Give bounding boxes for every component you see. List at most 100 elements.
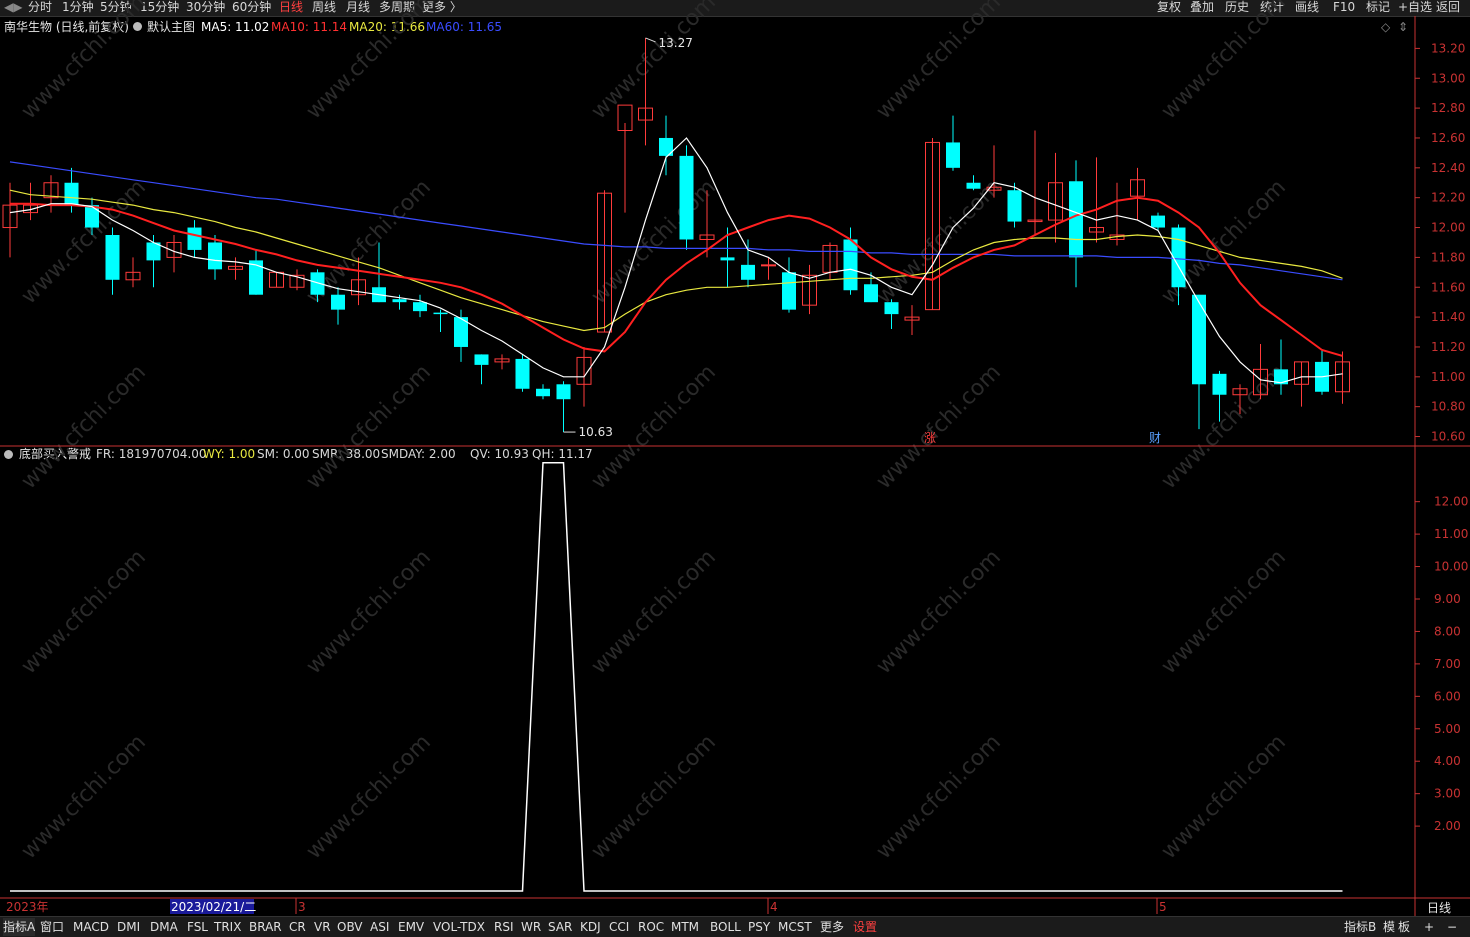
watermark-text: www.cfchi.com	[302, 730, 436, 864]
candle-body-down	[864, 284, 878, 303]
candle-body-down	[392, 299, 407, 303]
candle-body-down	[741, 264, 755, 280]
watermark-text: www.cfchi.com	[587, 545, 721, 679]
cursor-date-label: 2023/02/21/二	[171, 900, 256, 914]
candle-body-down	[413, 302, 427, 312]
main-y-tick-label: 10.60	[1431, 430, 1465, 444]
candle-body-down	[64, 182, 79, 206]
candle-body-down	[310, 272, 325, 295]
main-y-tick-label: 12.40	[1431, 161, 1465, 175]
watermark-text: www.cfchi.com	[872, 175, 1006, 309]
month-label: 4	[770, 900, 778, 914]
candle-body-down	[85, 205, 99, 228]
candle-body-down	[1151, 215, 1165, 228]
indicator-right-2[interactable]: 板	[1398, 918, 1410, 936]
candle-body-down	[1192, 294, 1206, 385]
candle-body-down	[1212, 373, 1227, 395]
indicator-tab-0[interactable]: 指标A	[3, 918, 36, 936]
indicator-y-tick-label: 4.00	[1434, 754, 1461, 768]
candle-body-down	[433, 312, 448, 315]
indicator-y-tick-label: 10.00	[1434, 560, 1468, 574]
watermark-text: www.cfchi.com	[17, 360, 151, 494]
candle-body-down	[946, 142, 960, 168]
main-y-tick-label: 13.20	[1431, 41, 1465, 55]
candle-body-down	[208, 242, 222, 270]
collapse-arrows-icon: ⇕	[1398, 20, 1408, 34]
indicator-series-line	[10, 461, 1343, 892]
indicator-y-tick-label: 7.00	[1434, 657, 1461, 671]
indicator-y-tick-label: 11.00	[1434, 527, 1468, 541]
indicator-y-tick-label: 6.00	[1434, 689, 1461, 703]
month-label: 3	[298, 900, 306, 914]
indicator-tab-15[interactable]: WR	[521, 918, 541, 936]
high-price-label: 13.27	[659, 36, 693, 50]
indicator-tab-3[interactable]: DMI	[117, 918, 140, 936]
indicator-tab-5[interactable]: FSL	[187, 918, 208, 936]
candle-body-down	[782, 272, 796, 310]
event-marker-cai: 财	[1149, 431, 1161, 445]
indicator-right-3[interactable]: +	[1424, 918, 1434, 936]
indicator-y-axis: 12.00 11.00 10.00 9.00 8.00 7.00 6.00 5.00 4.00 3…	[1415, 495, 1468, 833]
candle-body-down	[556, 384, 571, 400]
event-marker-zhang: 涨	[924, 430, 936, 445]
indicator-tab-16[interactable]: SAR	[548, 918, 572, 936]
candle-body-up	[761, 264, 776, 267]
indicator-tab-21[interactable]: BOLL	[710, 918, 741, 936]
indicator-tab-4[interactable]: DMA	[150, 918, 178, 936]
year-label: 2023年	[6, 900, 49, 914]
indicator-y-tick-label: 5.00	[1434, 722, 1461, 736]
main-y-axis: 13.20 13.00 12.80 12.60 12.40 12.20 12.00 11.80…	[1415, 41, 1465, 444]
indicator-y-tick-label: 12.00	[1434, 495, 1468, 509]
indicator-toolbar: 指标A 窗口 MACD DMI DMA FSL TRIX BRAR CR VR OBV ASI EMV V…	[0, 916, 1470, 937]
indicator-tab-9[interactable]: VR	[314, 918, 331, 936]
watermark-text: www.cfchi.com	[302, 545, 436, 679]
watermark-text: www.cfchi.com	[302, 0, 436, 124]
indicator-tab-8[interactable]: CR	[289, 918, 306, 936]
candle-body-down	[843, 239, 858, 291]
watermark-text: www.cfchi.com	[872, 545, 1006, 679]
low-price-label: 10.63	[579, 425, 613, 439]
candle-body-down	[966, 182, 981, 189]
watermark-text: www.cfchi.com	[872, 0, 1006, 124]
candle-body-down	[105, 235, 120, 280]
indicator-tab-22[interactable]: PSY	[748, 918, 770, 936]
watermark-text: www.cfchi.com	[1157, 0, 1291, 124]
indicator-tab-18[interactable]: CCI	[609, 918, 629, 936]
indicator-line	[10, 461, 1343, 892]
candle-body-down	[474, 354, 489, 365]
indicator-right-4[interactable]: −	[1447, 918, 1457, 936]
indicator-tab-13[interactable]: VOL-TDX	[433, 918, 485, 936]
watermark-text: www.cfchi.com	[302, 360, 436, 494]
indicator-tab-11[interactable]: ASI	[370, 918, 389, 936]
indicator-tab-23[interactable]: MCST	[778, 918, 812, 936]
indicator-y-tick-label: 2.00	[1434, 819, 1461, 833]
indicator-tab-14[interactable]: RSI	[494, 918, 514, 936]
indicator-tab-1[interactable]: 窗口	[40, 918, 64, 936]
main-y-tick-label: 11.60	[1431, 280, 1465, 294]
indicator-tab-20[interactable]: MTM	[671, 918, 699, 936]
indicator-tab-10[interactable]: OBV	[337, 918, 363, 936]
indicator-tab-24[interactable]: 更多	[820, 918, 844, 936]
main-y-tick-label: 10.80	[1431, 400, 1465, 414]
watermark-text: www.cfchi.com	[17, 545, 151, 679]
candle-body-down	[884, 302, 899, 315]
indicator-tab-19[interactable]: ROC	[638, 918, 664, 936]
indicator-tab-25[interactable]: 设置	[853, 918, 877, 936]
indicator-tab-17[interactable]: KDJ	[580, 918, 601, 936]
watermark-text: www.cfchi.com	[872, 360, 1006, 494]
indicator-right-1[interactable]: 模	[1383, 918, 1395, 936]
main-y-tick-label: 12.20	[1431, 191, 1465, 205]
indicator-tab-6[interactable]: TRIX	[214, 918, 241, 936]
chart-canvas[interactable]: www.cfchi.com www.cfchi.com www.cfchi.com w…	[0, 0, 1470, 916]
indicator-tab-2[interactable]: MACD	[73, 918, 109, 936]
candle-body-down	[515, 358, 530, 389]
main-y-tick-label: 12.60	[1431, 131, 1465, 145]
indicator-tab-7[interactable]: BRAR	[249, 918, 282, 936]
indicator-y-tick-label: 9.00	[1434, 592, 1461, 606]
candle-body-down	[720, 257, 735, 261]
watermark-text: www.cfchi.com	[17, 0, 151, 124]
indicator-right-0[interactable]: 指标B	[1344, 918, 1376, 936]
indicator-tab-12[interactable]: EMV	[398, 918, 424, 936]
watermark-layer: www.cfchi.com www.cfchi.com www.cfchi.com w…	[17, 0, 1291, 864]
time-axis: 2023年 2023/02/21/二 3 4 5 日线	[6, 898, 1451, 915]
